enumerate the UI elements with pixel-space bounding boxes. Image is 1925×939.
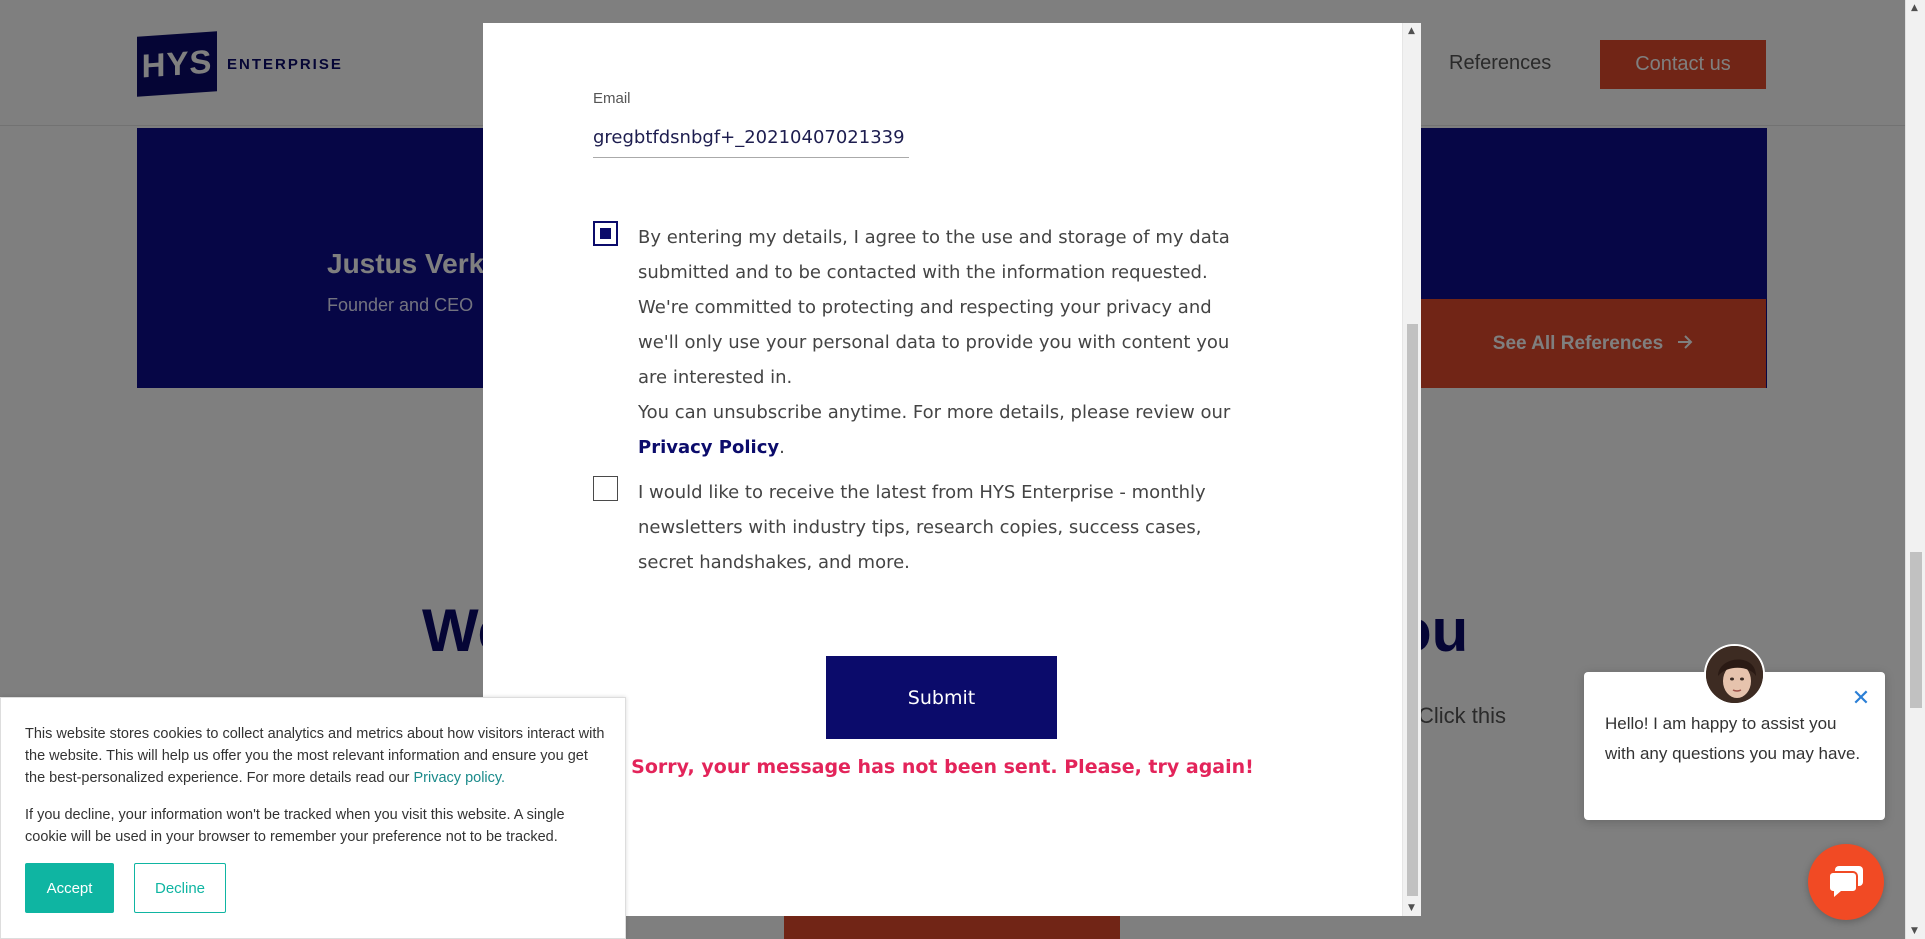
submit-button[interactable]: Submit (826, 656, 1057, 739)
page-scrollbar-thumb[interactable] (1910, 552, 1922, 708)
modal-scroll-up-icon[interactable]: ▲ (1408, 26, 1415, 36)
consent-text: By entering my details, I agree to the u… (638, 220, 1258, 465)
cookie-banner: This website stores cookies to collect a… (0, 697, 626, 939)
consent-line-2: We're committed to protecting and respec… (638, 297, 1230, 388)
scroll-up-arrow-icon[interactable]: ▲ (1911, 3, 1918, 13)
decline-cookies-button[interactable]: Decline (134, 863, 226, 913)
newsletter-checkbox[interactable] (593, 476, 618, 501)
cookie-text-1: This website stores cookies to collect a… (25, 723, 605, 789)
privacy-suffix: . (779, 437, 785, 458)
modal-scroll-down-icon[interactable]: ▼ (1408, 903, 1415, 913)
privacy-policy-link[interactable]: Privacy Policy (638, 437, 779, 458)
chat-launcher-button[interactable] (1808, 844, 1884, 920)
close-icon[interactable]: ✕ (1850, 688, 1872, 710)
modal-scrollbar[interactable]: ▲ ▼ (1402, 23, 1421, 916)
email-field[interactable] (593, 118, 909, 158)
chat-bubble-icon (1826, 863, 1866, 902)
agent-avatar (1704, 644, 1765, 705)
cookie-privacy-link[interactable]: Privacy policy. (414, 770, 506, 786)
modal-scrollbar-thumb[interactable] (1407, 324, 1418, 896)
cookie-text-2: If you decline, your information won't b… (25, 807, 565, 845)
consent-checkbox[interactable] (593, 221, 618, 246)
accept-cookies-button[interactable]: Accept (25, 863, 114, 913)
consent-line-1: By entering my details, I agree to the u… (638, 227, 1230, 283)
consent-line-3: You can unsubscribe anytime. For more de… (638, 395, 1258, 465)
consent-line-3-text: You can unsubscribe anytime. For more de… (638, 402, 1231, 423)
cookie-text-1-body: This website stores cookies to collect a… (25, 726, 605, 786)
chat-greeting-message: Hello! I am happy to assist you with any… (1605, 714, 1861, 763)
email-label: Email (593, 90, 631, 107)
scroll-down-arrow-icon[interactable]: ▼ (1911, 926, 1918, 936)
page-scrollbar[interactable]: ▲ ▼ (1905, 0, 1925, 939)
newsletter-text: I would like to receive the latest from … (638, 482, 1206, 573)
